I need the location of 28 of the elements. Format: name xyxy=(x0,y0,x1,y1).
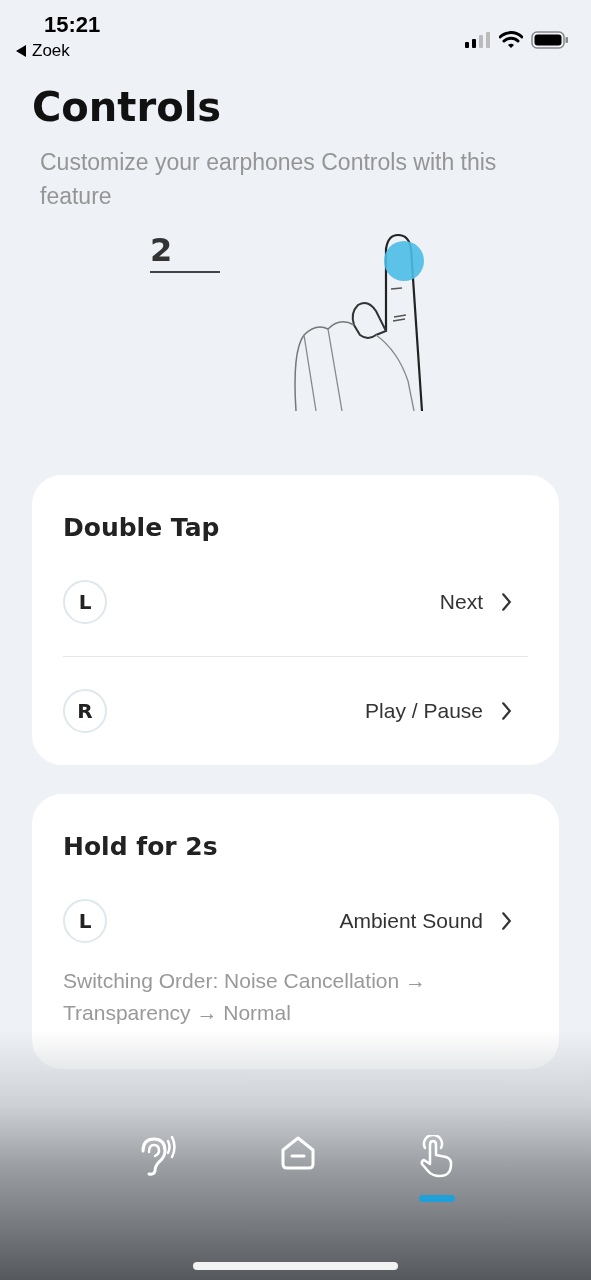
chevron-right-icon xyxy=(501,592,512,612)
back-link[interactable]: Zoek xyxy=(16,41,101,61)
control-row[interactable]: L Next xyxy=(63,558,528,646)
page-title: Controls xyxy=(32,85,223,129)
touch-tab[interactable] xyxy=(418,1135,455,1202)
action-value: Next xyxy=(439,590,483,614)
side-badge: L xyxy=(63,580,107,624)
side-badge: L xyxy=(63,899,107,943)
wifi-icon xyxy=(499,31,523,49)
home-icon xyxy=(279,1135,316,1171)
control-row[interactable]: L Ambient Sound xyxy=(63,877,528,965)
control-row[interactable]: R Play / Pause xyxy=(63,667,528,755)
signal-icon xyxy=(465,32,491,48)
back-triangle-icon xyxy=(16,45,26,57)
section-title: Double Tap xyxy=(63,513,221,542)
selected-tab-indicator xyxy=(418,1195,455,1202)
switching-order-note: Switching Order: Noise Cancellation → Transparency → Normal xyxy=(63,968,427,1026)
side-badge: R xyxy=(63,689,107,733)
chevron-right-icon xyxy=(501,701,512,721)
section-title: Hold for 2s xyxy=(63,832,219,861)
action-value: Ambient Sound xyxy=(339,909,483,933)
status-time: 15:21 xyxy=(44,12,101,38)
touch-icon xyxy=(418,1135,455,1179)
tap-count: 2 xyxy=(150,231,220,273)
battery-icon xyxy=(531,31,569,49)
chevron-right-icon xyxy=(501,911,512,931)
page-subtitle: Customize your earphones Controls with this feature xyxy=(40,148,498,211)
action-value: Play / Pause xyxy=(365,699,483,723)
